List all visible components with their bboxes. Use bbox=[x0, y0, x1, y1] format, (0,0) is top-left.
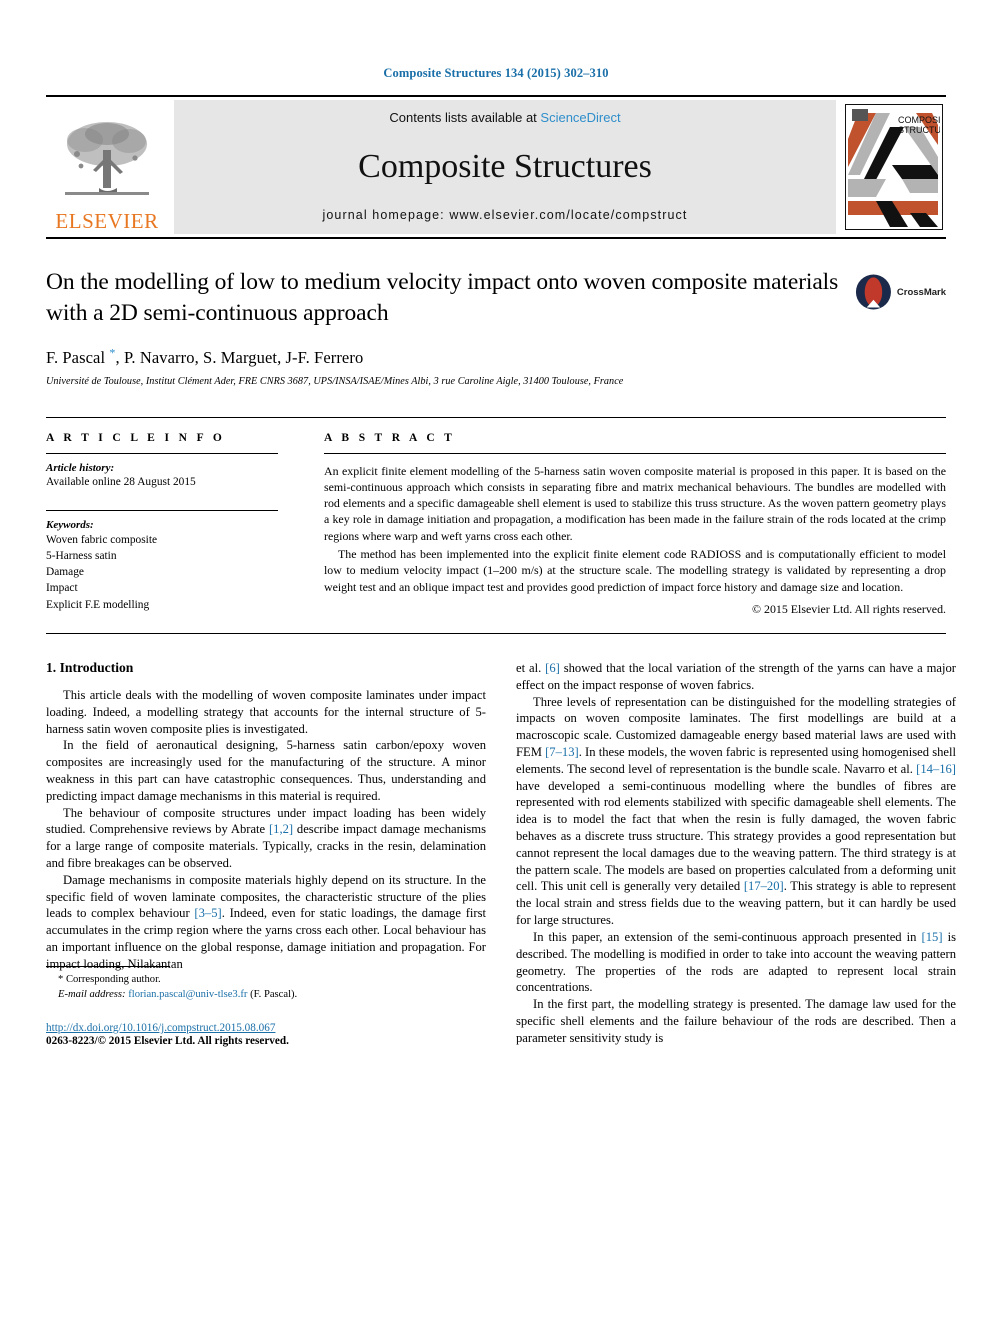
citation-link[interactable]: [17–20] bbox=[744, 879, 784, 893]
keyword-item: Impact bbox=[46, 582, 78, 595]
cover-title-line2: STRUCTURES bbox=[898, 125, 940, 135]
article-info-heading: A R T I C L E I N F O bbox=[46, 431, 226, 444]
issn-copyright-line: 0263-8223/© 2015 Elsevier Ltd. All right… bbox=[46, 1034, 289, 1047]
elsevier-wordmark: ELSEVIER bbox=[55, 209, 159, 233]
email-label: E-mail address: bbox=[58, 988, 126, 1000]
divider bbox=[324, 452, 946, 454]
section-heading-introduction: 1. Introduction bbox=[46, 659, 134, 675]
abstract-column: A B S T R A C T An explicit finite eleme… bbox=[316, 432, 946, 617]
journal-title: Composite Structures bbox=[358, 147, 652, 185]
abstract-paragraph: The method has been implemented into the… bbox=[324, 547, 946, 594]
journal-cover-thumbnail: COMPOSITE STRUCTURES bbox=[842, 100, 946, 234]
email-note: E-mail address: florian.pascal@univ-tlse… bbox=[46, 988, 486, 1003]
citation-link[interactable]: [6] bbox=[545, 661, 560, 675]
article-history-value: Available online 28 August 2015 bbox=[46, 475, 196, 488]
keyword-item: Woven fabric composite bbox=[46, 533, 158, 546]
citation-link[interactable]: [14–16] bbox=[916, 762, 956, 776]
abstract-copyright: © 2015 Elsevier Ltd. All rights reserved… bbox=[752, 601, 946, 616]
crossmark-badge[interactable]: CrossMark bbox=[854, 269, 946, 315]
keyword-item: Explicit F.E modelling bbox=[46, 598, 150, 611]
contents-list-line: Contents lists available at ScienceDirec… bbox=[389, 110, 620, 125]
body-right-column: et al. [6] showed that the local variati… bbox=[516, 660, 956, 1047]
body-paragraph: In the first part, the modelling strateg… bbox=[516, 997, 956, 1045]
body-paragraph: In the field of aeronautical designing, … bbox=[46, 738, 486, 803]
author-list: F. Pascal *, P. Navarro, S. Marguet, J-F… bbox=[46, 345, 946, 368]
title-block: On the modelling of low to medium veloci… bbox=[46, 267, 946, 387]
journal-masthead: ELSEVIER Contents lists available at Sci… bbox=[46, 95, 946, 239]
affiliation: Université de Toulouse, Institut Clément… bbox=[46, 375, 624, 387]
citation-link[interactable]: [15] bbox=[922, 930, 943, 944]
body-paragraph: Damage mechanisms in composite materials… bbox=[46, 872, 486, 971]
journal-homepage-line[interactable]: journal homepage: www.elsevier.com/locat… bbox=[323, 208, 688, 222]
journal-cover-artwork: COMPOSITE STRUCTURES bbox=[846, 105, 942, 227]
abstract-heading: A B S T R A C T bbox=[324, 431, 456, 444]
citation-link[interactable]: [3–5] bbox=[194, 906, 221, 920]
body-paragraph: In this paper, an extension of the semi-… bbox=[516, 929, 956, 995]
contents-prefix: Contents lists available at bbox=[389, 110, 541, 125]
crossmark-icon bbox=[855, 274, 891, 310]
info-abstract-band: A R T I C L E I N F O Article history: A… bbox=[46, 416, 946, 634]
cover-title-line1: COMPOSITE bbox=[898, 115, 940, 125]
citation-link[interactable]: [7–13] bbox=[545, 745, 579, 759]
doi-block: http://dx.doi.org/10.1016/j.compstruct.2… bbox=[46, 1022, 486, 1047]
doi-link[interactable]: http://dx.doi.org/10.1016/j.compstruct.2… bbox=[46, 1022, 486, 1034]
body-paragraph: Three levels of representation can be di… bbox=[516, 694, 957, 928]
keyword-item: Damage bbox=[46, 566, 84, 579]
body-paragraph: et al. [6] showed that the local variati… bbox=[516, 660, 957, 692]
body-paragraph: This article deals with the modelling of… bbox=[46, 687, 486, 736]
keywords-list: Woven fabric composite 5-Harness satin D… bbox=[46, 532, 298, 613]
elsevier-tree-icon bbox=[65, 122, 149, 195]
divider bbox=[46, 452, 278, 454]
article-body: 1. Introduction This article deals with … bbox=[46, 660, 956, 1047]
abstract-paragraph: An explicit finite element modelling of … bbox=[324, 463, 946, 543]
running-head: Composite Structures 134 (2015) 302–310 bbox=[383, 66, 609, 80]
citation-link[interactable]: [1,2] bbox=[269, 822, 293, 836]
elsevier-logo: ELSEVIER bbox=[46, 100, 168, 234]
email-link[interactable]: florian.pascal@univ-tlse3.fr bbox=[128, 989, 247, 1000]
article-info-column: A R T I C L E I N F O Article history: A… bbox=[46, 432, 316, 617]
body-paragraph: The behaviour of composite structures un… bbox=[46, 805, 486, 871]
keywords-label: Keywords: bbox=[46, 518, 94, 531]
author-names: F. Pascal *, P. Navarro, S. Marguet, J-F… bbox=[46, 345, 364, 367]
footnote-divider bbox=[46, 965, 170, 967]
keyword-item: 5-Harness satin bbox=[46, 550, 117, 562]
page-title: On the modelling of low to medium veloci… bbox=[46, 269, 839, 327]
crossmark-label: CrossMark bbox=[896, 286, 946, 298]
journal-banner: Contents lists available at ScienceDirec… bbox=[174, 100, 836, 234]
corresponding-author-marker: * bbox=[109, 345, 116, 360]
email-suffix: (F. Pascal). bbox=[250, 988, 298, 1000]
body-left-column: 1. Introduction This article deals with … bbox=[46, 660, 486, 1047]
footnote-block: * Corresponding author. E-mail address: … bbox=[46, 965, 486, 1047]
sciencedirect-link[interactable]: ScienceDirect bbox=[540, 110, 620, 125]
article-history-label: Article history: bbox=[46, 461, 115, 474]
journal-article-page: Composite Structures 134 (2015) 302–310 bbox=[0, 0, 992, 1323]
corresponding-author-note: * Corresponding author. bbox=[58, 973, 161, 985]
divider bbox=[46, 509, 278, 511]
